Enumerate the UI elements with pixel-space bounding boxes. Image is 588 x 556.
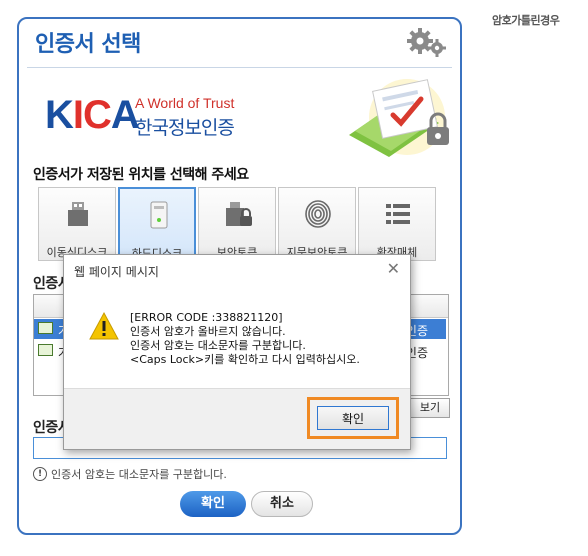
storage-location-options: 이동식디스크 하드디스크 보안토큰 bbox=[38, 187, 436, 261]
fingerprint-icon bbox=[305, 200, 331, 228]
view-certificate-button[interactable]: 보기 bbox=[410, 398, 450, 418]
extended-media-icon bbox=[386, 204, 410, 224]
page-caption: 암호가틀린경우 bbox=[492, 14, 560, 27]
logo-slogan: A World of Trust bbox=[135, 95, 235, 111]
location-prompt: 인증서가 저장된 위치를 선택해 주세요 bbox=[33, 167, 249, 183]
warning-icon bbox=[89, 311, 119, 340]
certificate-icon bbox=[38, 322, 53, 334]
dialog-footer: 확인 bbox=[64, 388, 410, 449]
device-removable-disk[interactable]: 이동식디스크 bbox=[38, 187, 116, 261]
device-extended-media[interactable]: 확장매체 bbox=[358, 187, 436, 261]
ok-button[interactable]: 확인 bbox=[180, 491, 246, 517]
title-divider bbox=[27, 67, 452, 68]
certificate-icon bbox=[38, 344, 53, 356]
usb-drive-icon bbox=[68, 202, 88, 226]
close-icon[interactable]: ✕ bbox=[387, 259, 400, 278]
web-page-message-dialog: 웹 페이지 메시지 ✕ [ERROR CODE :338821120] 인증서 … bbox=[63, 254, 411, 450]
security-token-icon bbox=[226, 202, 252, 226]
device-security-token[interactable]: 보안토큰 bbox=[198, 187, 276, 261]
window-title: 인증서 선택 bbox=[35, 32, 141, 57]
hard-disk-icon bbox=[150, 201, 168, 229]
info-icon: ! bbox=[33, 467, 47, 481]
case-sensitivity-notice: ! 인증서 암호는 대소문자를 구분합니다. bbox=[33, 466, 227, 482]
logo-org-name: 한국정보인증 bbox=[135, 117, 235, 139]
kica-logo: KICA A World of Trust 한국정보인증 bbox=[43, 87, 253, 147]
logo-brand: KICA bbox=[45, 93, 140, 137]
gear-icon[interactable] bbox=[404, 27, 448, 57]
dialog-message: [ERROR CODE :338821120] 인증서 암호가 올바르지 않습니… bbox=[130, 311, 360, 366]
cancel-button[interactable]: 취소 bbox=[251, 491, 313, 517]
device-fingerprint-token[interactable]: 지문보안토큰 bbox=[278, 187, 356, 261]
certificate-banner-illustration bbox=[349, 79, 449, 157]
highlight-box: 확인 bbox=[307, 397, 399, 439]
device-hard-disk[interactable]: 하드디스크 bbox=[118, 187, 196, 261]
dialog-ok-button[interactable]: 확인 bbox=[317, 406, 389, 430]
dialog-title: 웹 페이지 메시지 bbox=[74, 265, 159, 279]
